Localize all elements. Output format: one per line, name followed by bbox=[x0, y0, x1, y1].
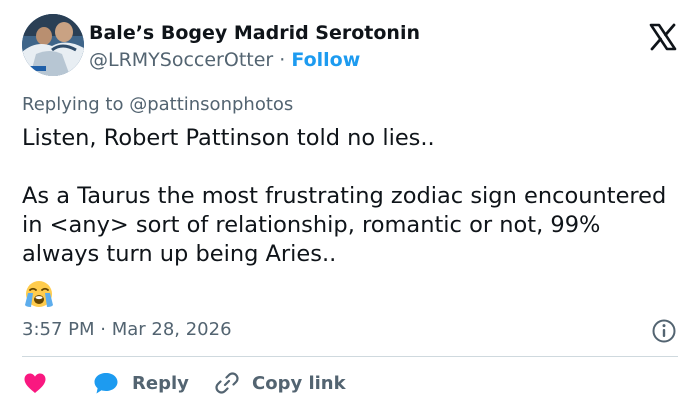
info-icon[interactable] bbox=[651, 318, 677, 344]
reply-button[interactable]: Reply bbox=[92, 368, 189, 398]
link-icon bbox=[215, 372, 239, 394]
speech-bubble-icon bbox=[94, 373, 118, 394]
action-bar: Reply Copy link bbox=[22, 368, 682, 398]
heart-icon bbox=[24, 373, 46, 393]
follow-button[interactable]: Follow bbox=[291, 49, 360, 71]
reply-context: Replying to @pattinsonphotos bbox=[22, 94, 294, 115]
copy-link-button[interactable]: Copy link bbox=[214, 368, 346, 398]
tweet-text: Listen, Robert Pattinson told no lies.. … bbox=[22, 125, 667, 267]
divider bbox=[22, 356, 678, 357]
loudly-crying-face-emoji bbox=[25, 281, 53, 307]
handle-line: @LRMYSoccerOtter · Follow bbox=[89, 49, 360, 71]
like-button[interactable] bbox=[22, 368, 48, 398]
reply-label: Reply bbox=[132, 372, 189, 394]
x-logo-icon[interactable] bbox=[648, 22, 678, 52]
avatar[interactable] bbox=[22, 14, 84, 76]
copy-link-label: Copy link bbox=[252, 372, 346, 394]
profile-photo-icon bbox=[22, 14, 84, 76]
tweet-card: Bale’s Bogey Madrid Serotonin @LRMYSocce… bbox=[0, 0, 700, 410]
display-name[interactable]: Bale’s Bogey Madrid Serotonin bbox=[89, 22, 420, 44]
handle-separator: · bbox=[279, 49, 286, 71]
tweet-timestamp[interactable]: 3:57 PM · Mar 28, 2026 bbox=[22, 319, 232, 340]
user-handle[interactable]: @LRMYSoccerOtter bbox=[89, 49, 273, 71]
tweet-header: Bale’s Bogey Madrid Serotonin @LRMYSocce… bbox=[22, 14, 682, 80]
